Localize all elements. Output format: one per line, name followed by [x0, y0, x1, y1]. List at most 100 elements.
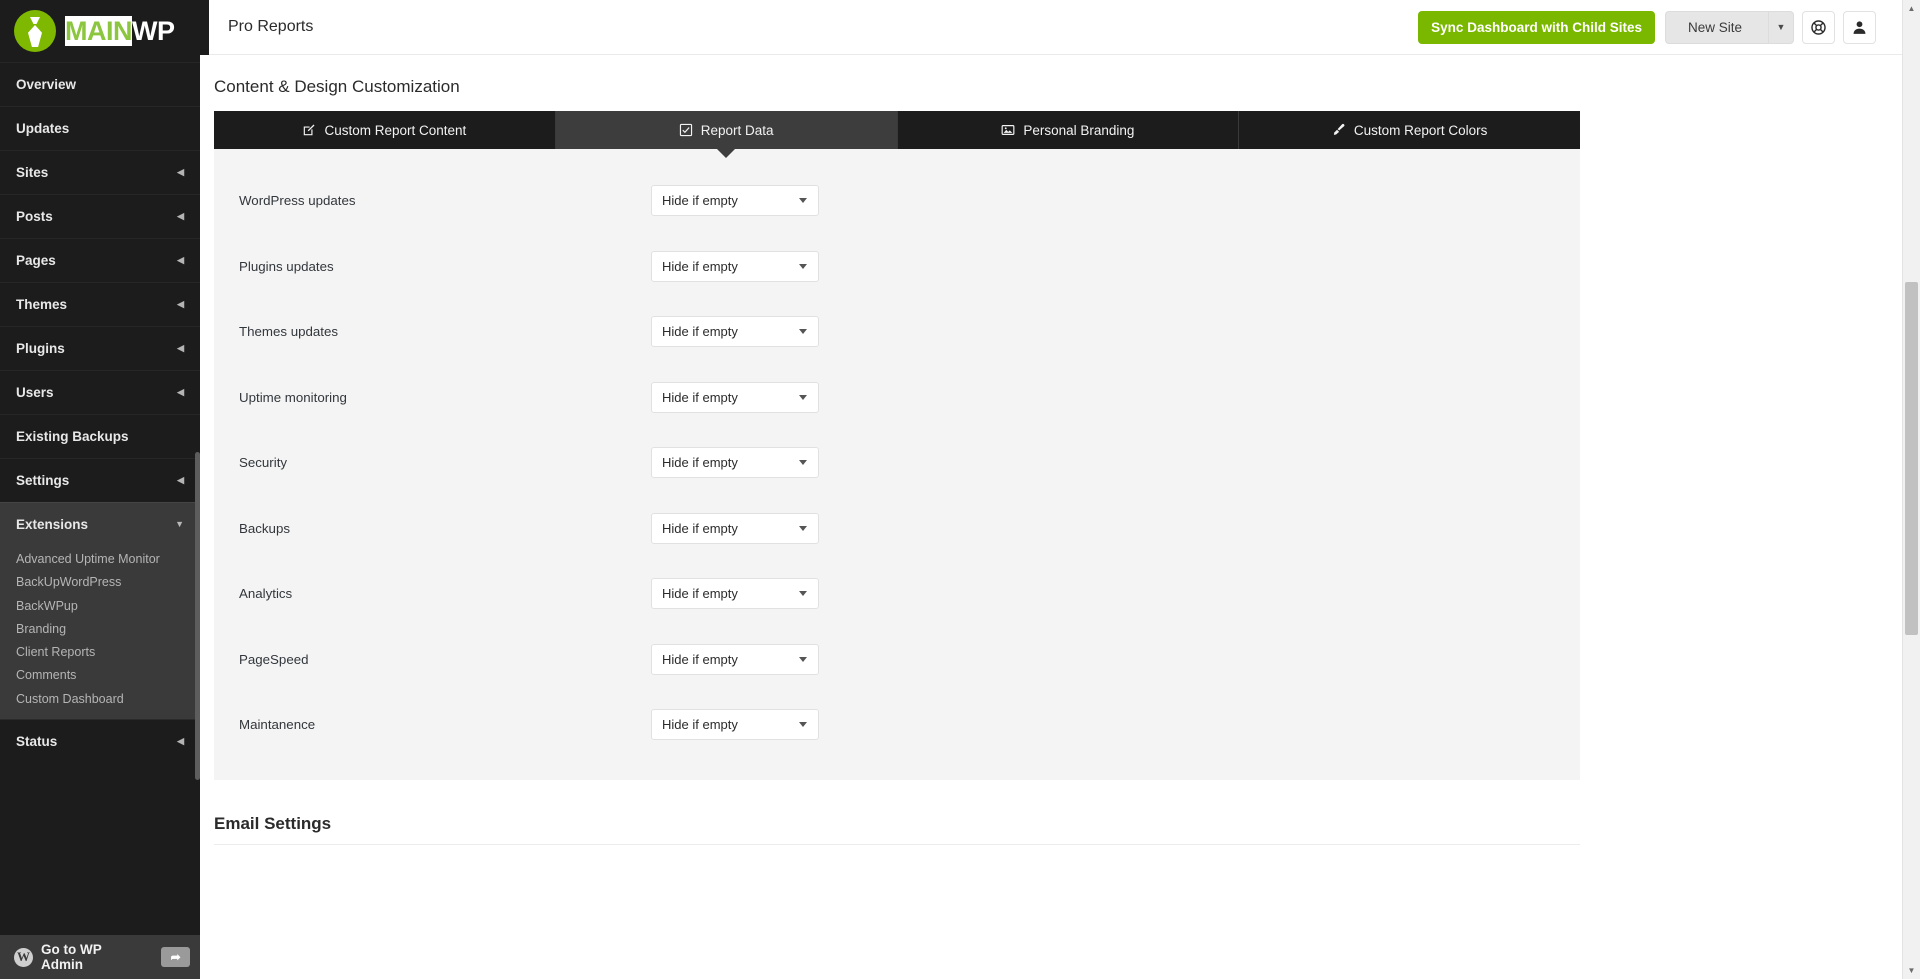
select-value: Hide if empty	[662, 586, 799, 601]
sidebar-item-extensions[interactable]: Extensions ▼	[0, 502, 200, 546]
chevron-down-icon	[799, 460, 807, 465]
plugins-updates-select[interactable]: Hide if empty	[651, 251, 819, 282]
chevron-left-icon: ◀	[177, 300, 184, 309]
go-to-wp-admin-bar[interactable]: W Go to WP Admin ➦	[0, 935, 200, 979]
setting-row-themes-updates: Themes updates Hide if empty	[214, 299, 1580, 365]
chevron-down-icon	[799, 395, 807, 400]
chevron-down-icon	[799, 264, 807, 269]
sidebar-subitem-backwpup[interactable]: BackWPup	[0, 595, 200, 618]
help-button[interactable]	[1802, 11, 1835, 44]
sidebar-item-label: Themes	[16, 297, 177, 312]
sidebar-item-existing-backups[interactable]: Existing Backups	[0, 414, 200, 458]
sidebar-subitem-client-reports[interactable]: Client Reports	[0, 641, 200, 664]
setting-label: Backups	[239, 521, 651, 536]
chevron-left-icon: ◀	[177, 388, 184, 397]
sync-dashboard-button[interactable]: Sync Dashboard with Child Sites	[1418, 11, 1655, 44]
tab-personal-branding[interactable]: Personal Branding	[898, 111, 1240, 149]
sidebar-item-pages[interactable]: Pages ◀	[0, 238, 200, 282]
tab-label: Personal Branding	[1023, 123, 1134, 138]
topbar-dark-edge	[200, 0, 209, 55]
scroll-up-arrow-icon[interactable]: ▲	[1903, 0, 1920, 17]
content-design-customization-title: Content & Design Customization	[214, 77, 1580, 111]
email-settings-title: Email Settings	[214, 780, 1580, 844]
sidebar-item-overview[interactable]: Overview	[0, 62, 200, 106]
sidebar-logo[interactable]: MAINWP	[0, 0, 200, 62]
setting-label: Security	[239, 455, 651, 470]
chevron-left-icon: ◀	[177, 737, 184, 746]
select-value: Hide if empty	[662, 324, 799, 339]
new-site-button-group: New Site ▼	[1665, 11, 1794, 44]
tab-label: Custom Report Colors	[1354, 123, 1488, 138]
chevron-down-icon	[799, 657, 807, 662]
chevron-left-icon: ◀	[177, 476, 184, 485]
chevron-down-icon	[799, 526, 807, 531]
sidebar-item-label: Posts	[16, 209, 177, 224]
new-site-button[interactable]: New Site	[1665, 11, 1768, 44]
sidebar-item-users[interactable]: Users ◀	[0, 370, 200, 414]
sidebar-item-sites[interactable]: Sites ◀	[0, 150, 200, 194]
sidebar-subitem-backupwordpress[interactable]: BackUpWordPress	[0, 571, 200, 594]
sidebar-item-status[interactable]: Status ◀	[0, 719, 200, 763]
sidebar-subitem-comments[interactable]: Comments	[0, 664, 200, 687]
setting-label: Maintanence	[239, 717, 651, 732]
security-select[interactable]: Hide if empty	[651, 447, 819, 478]
main-scrollbar[interactable]: ▲ ▼	[1902, 0, 1920, 979]
pagespeed-select[interactable]: Hide if empty	[651, 644, 819, 675]
mainwp-tie-logo-icon	[14, 10, 56, 52]
account-button[interactable]	[1843, 11, 1876, 44]
logo-wordmark: MAINWP	[65, 16, 175, 47]
sidebar-item-posts[interactable]: Posts ◀	[0, 194, 200, 238]
sidebar: MAINWP Overview Updates Sites ◀ Posts ◀ …	[0, 0, 200, 979]
sidebar-item-updates[interactable]: Updates	[0, 106, 200, 150]
chevron-left-icon: ◀	[177, 344, 184, 353]
sidebar-item-settings[interactable]: Settings ◀	[0, 458, 200, 502]
image-icon	[1001, 123, 1015, 137]
sidebar-item-label: Overview	[16, 77, 184, 92]
sidebar-subitem-branding[interactable]: Branding	[0, 618, 200, 641]
chevron-down-icon[interactable]: ▼	[1768, 11, 1794, 44]
select-value: Hide if empty	[662, 455, 799, 470]
scroll-down-arrow-icon[interactable]: ▼	[1903, 962, 1920, 979]
chevron-left-icon: ◀	[177, 168, 184, 177]
app-root: MAINWP Overview Updates Sites ◀ Posts ◀ …	[0, 0, 1920, 979]
wordpress-updates-select[interactable]: Hide if empty	[651, 185, 819, 216]
main-scrollbar-thumb[interactable]	[1905, 282, 1918, 635]
sidebar-group-extensions: Extensions ▼ Advanced Uptime Monitor Bac…	[0, 502, 200, 719]
paintbrush-icon	[1332, 123, 1346, 137]
chevron-left-icon: ◀	[177, 256, 184, 265]
select-value: Hide if empty	[662, 390, 799, 405]
wordpress-icon: W	[14, 948, 33, 967]
select-value: Hide if empty	[662, 259, 799, 274]
backups-select[interactable]: Hide if empty	[651, 513, 819, 544]
themes-updates-select[interactable]: Hide if empty	[651, 316, 819, 347]
logout-icon[interactable]: ➦	[161, 947, 190, 967]
sidebar-subitem-custom-dashboard[interactable]: Custom Dashboard	[0, 688, 200, 711]
lifebuoy-icon	[1810, 19, 1827, 36]
setting-row-analytics: Analytics Hide if empty	[214, 561, 1580, 627]
sidebar-item-label: Plugins	[16, 341, 177, 356]
sidebar-subitem-advanced-uptime-monitor[interactable]: Advanced Uptime Monitor	[0, 548, 200, 571]
tab-custom-report-colors[interactable]: Custom Report Colors	[1239, 111, 1580, 149]
setting-label: PageSpeed	[239, 652, 651, 667]
tab-report-data[interactable]: Report Data	[556, 111, 898, 149]
setting-row-security: Security Hide if empty	[214, 430, 1580, 496]
sidebar-item-label: Extensions	[16, 517, 175, 532]
sidebar-item-label: Updates	[16, 121, 184, 136]
sidebar-item-themes[interactable]: Themes ◀	[0, 282, 200, 326]
sidebar-item-label: Sites	[16, 165, 177, 180]
report-settings-card: Custom Report Content Report Data	[214, 111, 1580, 780]
sidebar-item-plugins[interactable]: Plugins ◀	[0, 326, 200, 370]
setting-row-pagespeed: PageSpeed Hide if empty	[214, 627, 1580, 693]
sidebar-item-label: Status	[16, 734, 177, 749]
analytics-select[interactable]: Hide if empty	[651, 578, 819, 609]
chevron-down-icon	[799, 198, 807, 203]
sidebar-item-label: Users	[16, 385, 177, 400]
topbar: Pro Reports Sync Dashboard with Child Si…	[200, 0, 1920, 55]
select-value: Hide if empty	[662, 652, 799, 667]
select-value: Hide if empty	[662, 717, 799, 732]
setting-row-maintanence: Maintanence Hide if empty	[214, 692, 1580, 758]
maintanence-select[interactable]: Hide if empty	[651, 709, 819, 740]
chevron-left-icon: ◀	[177, 212, 184, 221]
tab-custom-report-content[interactable]: Custom Report Content	[214, 111, 556, 149]
uptime-monitoring-select[interactable]: Hide if empty	[651, 382, 819, 413]
